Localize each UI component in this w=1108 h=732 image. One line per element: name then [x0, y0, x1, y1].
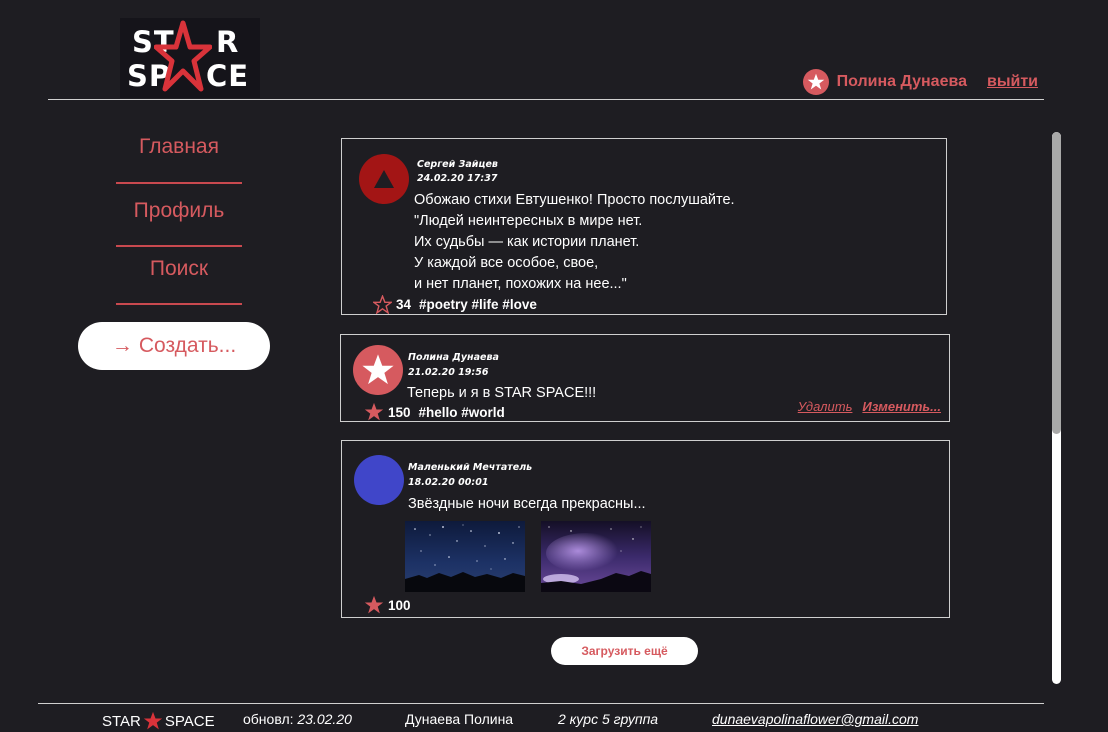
nav-item-profile[interactable]: Профиль: [116, 199, 242, 223]
post-text-line: Обожаю стихи Евтушенко! Просто послушайт…: [414, 192, 735, 208]
star-icon: [362, 354, 394, 385]
logo[interactable]: ST R SP CE: [120, 18, 260, 98]
post-text: Звёздные ночи всегда прекрасны...: [408, 494, 646, 515]
star-filled-icon[interactable]: [364, 402, 384, 422]
post-text-line: У каждой все особое, свое,: [414, 255, 599, 271]
footer-brand-left: STAR: [102, 712, 141, 730]
create-button-label: Создать...: [138, 334, 237, 357]
post-text: Обожаю стихи Евтушенко! Просто послушайт…: [414, 190, 735, 295]
nav-divider: [116, 182, 242, 184]
footer-email-link[interactable]: dunaevapolinaflower@gmail.com: [712, 711, 918, 727]
like-count: 34: [396, 297, 412, 312]
footer-divider: [38, 703, 1044, 704]
logout-link[interactable]: выйти: [987, 73, 1038, 91]
header-divider: [48, 99, 1044, 100]
post-text-line: Их судьбы — как истории планет.: [414, 234, 640, 250]
post-author[interactable]: Полина Дунаева: [408, 352, 499, 363]
author-avatar[interactable]: [354, 455, 404, 505]
nav-divider: [116, 245, 242, 247]
star-icon: [143, 711, 163, 730]
star-icon: [807, 73, 824, 90]
post-image-aurora[interactable]: [541, 521, 661, 592]
create-button[interactable]: → Создать...: [78, 322, 270, 370]
footer-updated-label: обновл:: [243, 711, 294, 727]
author-avatar[interactable]: [353, 345, 403, 395]
post-tags[interactable]: #hello #world: [419, 405, 505, 420]
edit-link[interactable]: Изменить...: [862, 399, 941, 414]
post-actions: Удалить Изменить...: [798, 399, 941, 414]
scrollbar-thumb[interactable]: [1052, 132, 1061, 434]
delete-link[interactable]: Удалить: [798, 399, 853, 414]
post-date: 21.02.20 19:56: [408, 367, 489, 378]
post-text-line: и нет планет, похожих на нее...": [414, 276, 627, 292]
author-avatar[interactable]: [359, 154, 409, 204]
nav-item-home[interactable]: Главная: [116, 135, 242, 159]
nav-item-search[interactable]: Поиск: [116, 257, 242, 281]
footer-updated: обновл: 23.02.20: [243, 711, 352, 727]
footer-logo: STAR SPACE: [102, 711, 215, 731]
user-avatar[interactable]: [802, 69, 829, 95]
logo-text: R: [216, 25, 240, 59]
logo-text: CE: [206, 59, 250, 93]
star-outline-icon[interactable]: [373, 295, 392, 314]
post-text-line: Теперь и я в STAR SPACE!!!: [407, 385, 597, 401]
footer-author: Дунаева Полина: [405, 711, 514, 727]
post-tags[interactable]: #poetry #life #love: [419, 297, 537, 312]
star-filled-icon[interactable]: [364, 595, 384, 615]
post-date: 24.02.20 17:37: [417, 173, 498, 184]
post-date: 18.02.20 00:01: [408, 477, 489, 488]
post-text-line: "Людей неинтересных в мире нет.: [414, 213, 643, 229]
like-count: 100: [388, 597, 411, 613]
footer-course: 2 курс 5 группа: [558, 711, 659, 727]
star-icon: [154, 20, 212, 92]
post-footer: 34 #poetry #life #love: [373, 295, 537, 314]
post-card: Полина Дунаева 21.02.20 19:56 Теперь и я…: [340, 334, 950, 422]
like-count: 150: [388, 404, 411, 420]
post-text: Теперь и я в STAR SPACE!!!: [407, 383, 596, 404]
post-image-night-sky[interactable]: [405, 521, 525, 592]
footer-updated-date: 23.02.20: [297, 711, 352, 727]
triangle-icon: [374, 170, 394, 188]
post-author[interactable]: Сергей Зайцев: [417, 159, 498, 170]
user-name[interactable]: Полина Дунаева: [837, 73, 967, 91]
post-author[interactable]: Маленький Мечтатель: [408, 462, 532, 473]
nav-divider: [116, 303, 242, 305]
load-more-button[interactable]: Загрузить ещё: [551, 637, 698, 665]
post-text-line: Звёздные ночи всегда прекрасны...: [408, 496, 646, 512]
post-footer: 100: [364, 595, 411, 615]
post-footer: 150 #hello #world: [364, 402, 505, 422]
user-block: Полина Дунаева выйти: [802, 68, 1038, 96]
footer-brand-right: SPACE: [164, 712, 215, 730]
arrow-right-icon: →: [111, 334, 133, 357]
post-card: Сергей Зайцев 24.02.20 17:37 Обожаю стих…: [341, 138, 947, 315]
footer: STAR SPACE обновл: 23.02.20 Дунаева Поли…: [0, 709, 1108, 731]
post-card: Маленький Мечтатель 18.02.20 00:01 Звёзд…: [341, 440, 950, 618]
